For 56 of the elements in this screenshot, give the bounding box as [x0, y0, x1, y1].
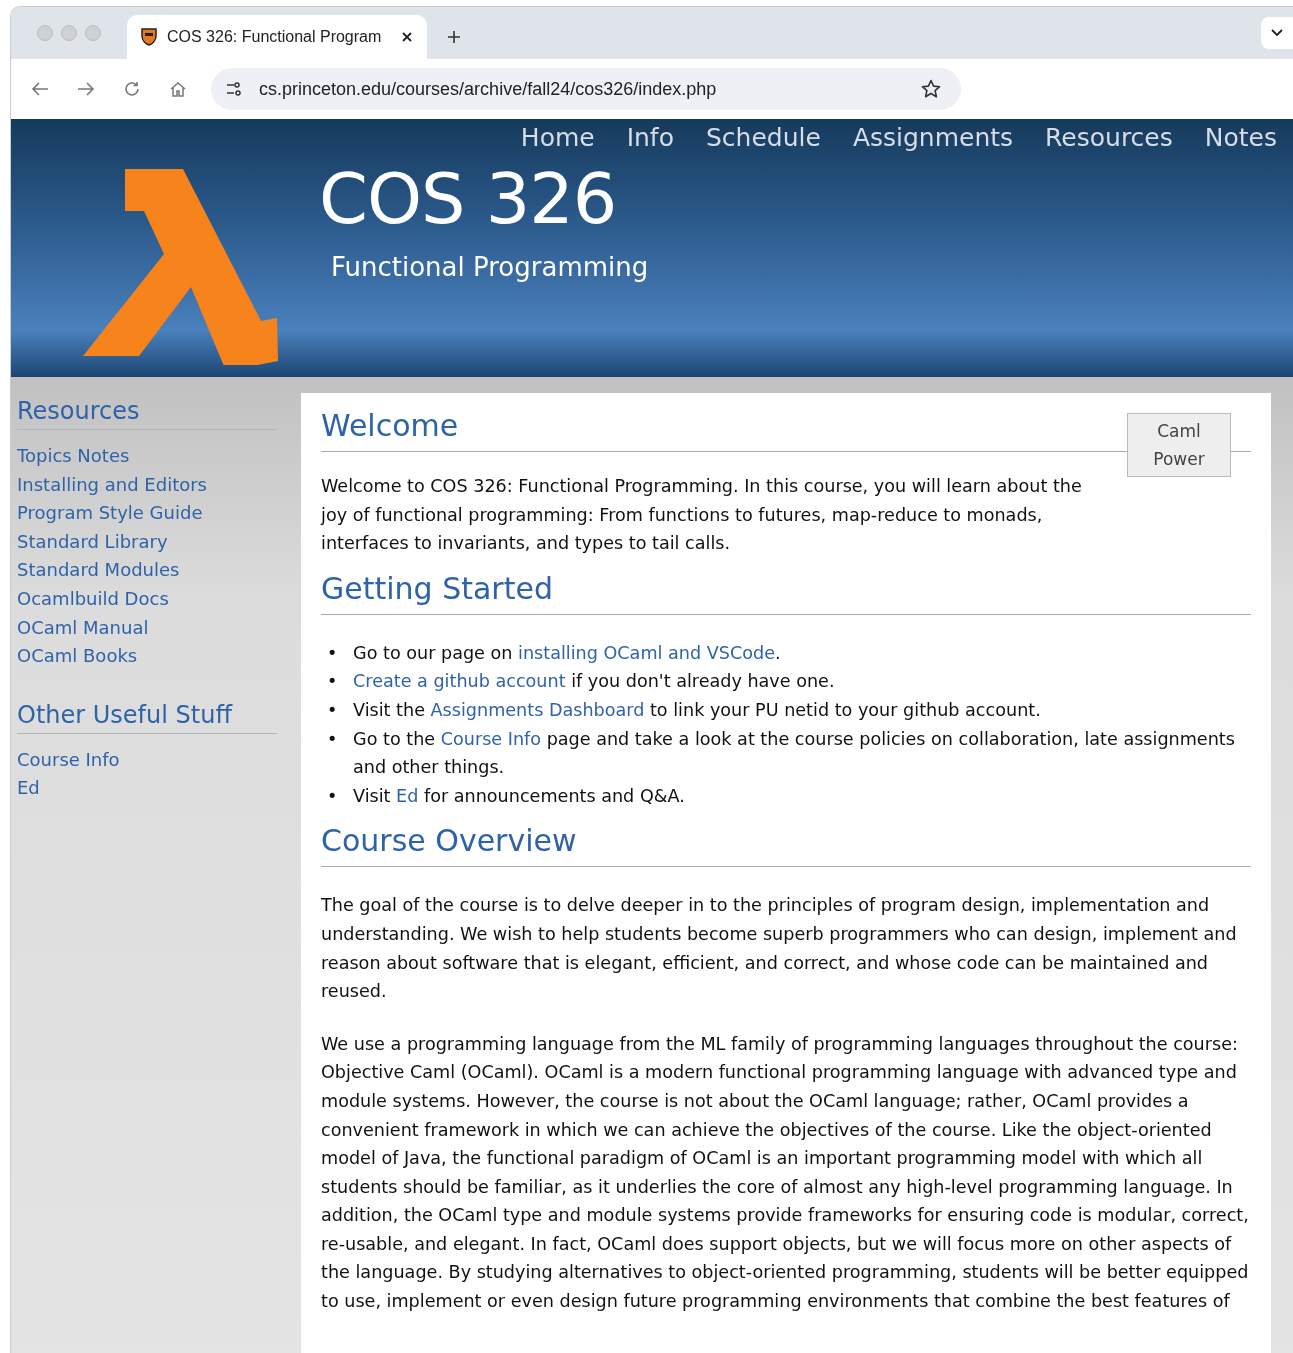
list-item: Create a github account if you don't already have one. — [353, 670, 836, 694]
nav-link[interactable]: Home — [520, 123, 595, 152]
sidebar-link[interactable]: Course Info — [17, 745, 277, 775]
reload-icon[interactable] — [123, 80, 141, 98]
sidebar-link[interactable]: OCaml Books — [17, 642, 277, 671]
address-bar[interactable]: cs.princeton.edu/courses/archive/fall24/cos326/index.php — [211, 68, 961, 110]
forward-icon[interactable] — [77, 81, 95, 97]
bullet: • — [327, 698, 339, 722]
sidebar-link[interactable]: Ocamlbuild Docs — [17, 584, 277, 614]
sidebar-heading: Other Useful Stuff — [17, 696, 277, 734]
close-icon[interactable] — [401, 31, 413, 43]
sidebar-link[interactable]: Standard Library — [17, 527, 277, 557]
bullet: • — [327, 670, 339, 694]
new-tab-icon[interactable] — [447, 30, 461, 44]
chevron-down-icon — [1271, 29, 1283, 37]
paragraph: Welcome to COS 326: Functional Programming. In this course, you will learn about the joy of functional programming: From functions to futures, map-reduce to monads, interfaces to invariants, and types to tail calls. — [321, 475, 1083, 556]
star-icon[interactable] — [921, 79, 941, 99]
list-item: Go to the Course Info page and take a look at the course policies on collaboration, late assignments and other things. — [353, 727, 1236, 780]
tab-title: COS 326: Functional Program — [167, 28, 383, 46]
section-heading: Course Overview — [321, 818, 1251, 868]
list-item: Visit Ed for announcements and Q&A. — [353, 784, 686, 808]
sidebar-link[interactable]: Installing and Editors — [17, 470, 277, 500]
tab-menu-button[interactable] — [1261, 17, 1293, 49]
text-link[interactable]: Assignments Dashboard — [430, 699, 645, 720]
browser-tab[interactable]: COS 326: Functional Program — [127, 15, 427, 59]
text-link[interactable]: Create a github account — [353, 671, 566, 692]
text-link[interactable]: Course Info — [440, 728, 542, 749]
site-settings-icon[interactable] — [225, 81, 243, 97]
section-heading: Getting Started — [321, 565, 1251, 615]
text-link[interactable]: Ed — [396, 785, 419, 806]
list-item: Go to our page on installing OCaml and VSCode. — [353, 641, 782, 665]
sidebar-heading: Resources — [17, 393, 277, 430]
sidebar-link[interactable]: Topics Notes — [17, 442, 277, 471]
nav-link[interactable]: Resources — [1045, 123, 1173, 152]
course-title: COS 326 — [319, 164, 618, 234]
nav-link[interactable]: Assignments — [852, 123, 1014, 152]
sidebar-link[interactable]: OCaml Manual — [17, 613, 277, 643]
paragraph: The goal of the course is to delve deeper in to the principles of program design, implementation and understanding. We wish to help students become superb programmers who can design, implement and reason about software that is elegant, efficient, and correct, and whose code can be maintained and reused. — [321, 894, 1238, 1004]
url-text: cs.princeton.edu/courses/archive/fall24/cos326/index.php — [259, 78, 718, 100]
nav-link[interactable]: Notes — [1204, 123, 1277, 152]
bullet: • — [327, 641, 339, 665]
back-icon[interactable] — [31, 81, 49, 97]
home-icon[interactable] — [169, 80, 187, 98]
bullet: • — [327, 784, 339, 808]
nav-link[interactable]: Schedule — [706, 123, 821, 152]
text-link[interactable]: installing OCaml and VSCode — [518, 642, 775, 663]
sidebar-link[interactable]: Ed — [17, 774, 277, 803]
sidebar-link[interactable]: Program Style Guide — [17, 499, 277, 528]
nav-link[interactable]: Info — [626, 123, 674, 152]
bullet: • — [327, 727, 339, 751]
caml-power-badge: Caml Power — [1127, 413, 1231, 477]
paragraph: We use a programming language from the ML family of programming languages throughout the course: Objective Caml (OCaml). OCaml is a modern functional programming language with advanced type and module systems. However, the course is not about the OCaml language; rather, OCaml provides a convenient framework in which we can achieve the objectives of the course. Like the object-oriented model of Java, the functional paradigm of OCaml is an important programming model with which all students should be familiar, as it underlies the core of almost any high-level programming language. In addition, the OCaml type and module systems provide frameworks for ensuring code is modular, correct, re-usable, and elegant. In fact, OCaml does support objects, but we will focus more on other aspects of the language. By studying alternatives to object-oriented programming, students will be better equipped to use, implement or even design future programming environments that combine the best features of — [321, 1032, 1250, 1314]
sidebar-link[interactable]: Standard Modules — [17, 556, 277, 585]
course-subtitle: Functional Programming — [331, 252, 650, 282]
list-item: Visit the Assignments Dashboard to link your PU netid to your github account. — [353, 698, 1042, 722]
shield-icon — [141, 28, 157, 46]
